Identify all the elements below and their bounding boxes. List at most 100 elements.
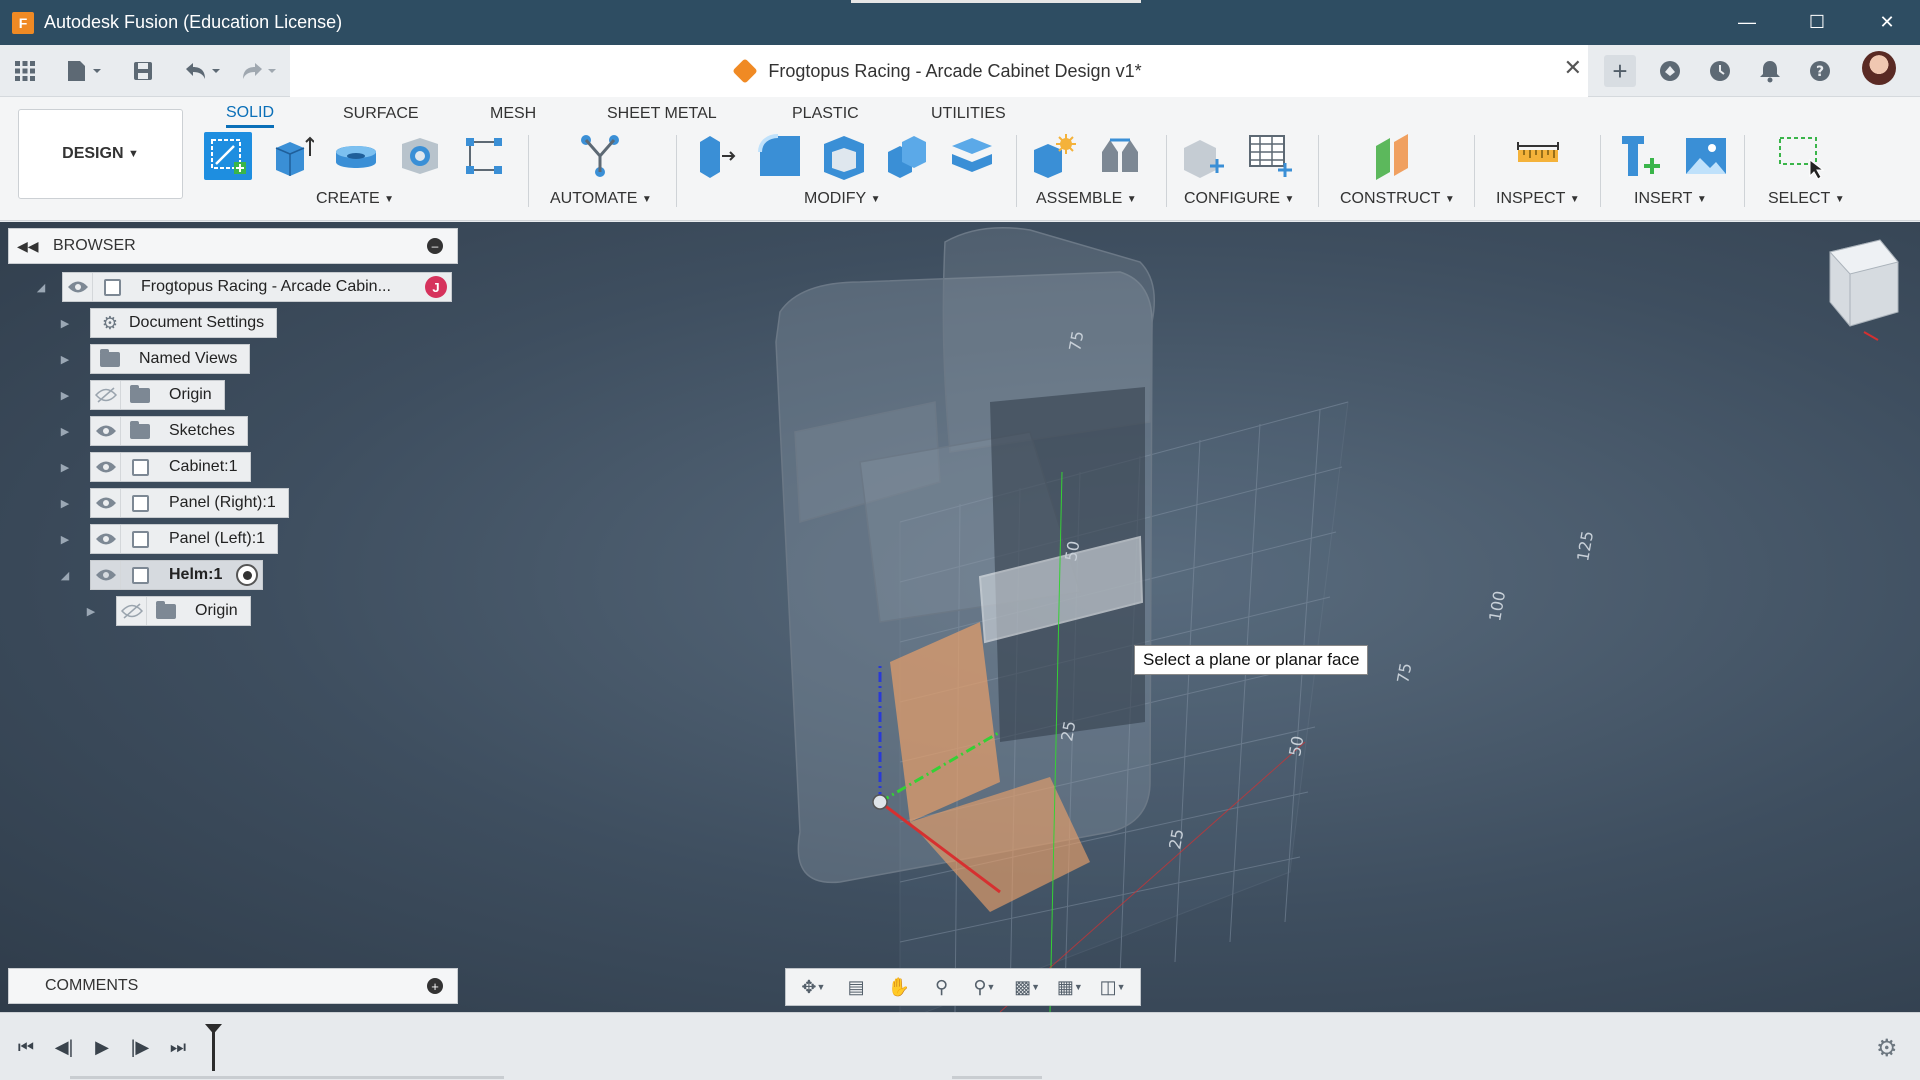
visibility-eye-icon[interactable]: [63, 273, 93, 301]
hidden-eye-icon[interactable]: [117, 597, 147, 625]
tree-chip[interactable]: Sketches: [90, 416, 248, 446]
browser-item-panel-left[interactable]: ▶ Panel (Left):1: [58, 524, 279, 554]
modify-menu[interactable]: MODIFY ▼: [804, 189, 881, 209]
data-panel-grid-icon[interactable]: [10, 55, 40, 87]
notifications-bell-icon[interactable]: [1754, 55, 1786, 87]
close-window-button[interactable]: ✕: [1852, 0, 1920, 45]
job-status-clock-icon[interactable]: [1704, 55, 1736, 87]
construct-menu[interactable]: CONSTRUCT ▼: [1340, 189, 1455, 209]
tree-chip[interactable]: ⚙ Document Settings: [90, 308, 278, 338]
tab-sheet-metal[interactable]: SHEET METAL: [607, 100, 717, 128]
expanded-arrow-icon[interactable]: ◢: [58, 568, 72, 582]
comments-panel-header[interactable]: COMMENTS +: [8, 968, 458, 1004]
tree-chip-active[interactable]: Helm:1: [90, 560, 264, 590]
new-component-tool[interactable]: [1030, 132, 1078, 180]
press-pull-tool[interactable]: [692, 132, 740, 180]
save-icon[interactable]: [128, 55, 158, 87]
step-forward-icon[interactable]: |▶: [124, 1033, 156, 1061]
visibility-eye-icon[interactable]: [91, 561, 121, 589]
grid-settings-icon[interactable]: ▦ ▼: [1053, 973, 1087, 1001]
revolve-tool[interactable]: [332, 132, 380, 180]
tree-chip[interactable]: Origin: [116, 596, 251, 626]
browser-item-named-views[interactable]: ▶ Named Views: [58, 344, 251, 374]
expanded-arrow-icon[interactable]: ◢: [34, 280, 48, 294]
activate-radio-icon[interactable]: [236, 564, 259, 586]
visibility-eye-icon[interactable]: [91, 417, 121, 445]
inspect-menu[interactable]: INSPECT ▼: [1496, 189, 1580, 209]
view-cube[interactable]: [1829, 239, 1899, 341]
combine-tool[interactable]: [884, 132, 932, 180]
create-sketch-tool[interactable]: [204, 132, 252, 180]
tab-utilities[interactable]: UTILITIES: [931, 100, 1006, 128]
measure-tool[interactable]: [1514, 132, 1562, 180]
hidden-eye-icon[interactable]: [91, 381, 121, 409]
display-settings-icon[interactable]: ▩ ▼: [1010, 973, 1044, 1001]
window-select-tool[interactable]: [1776, 132, 1824, 180]
timeline-settings-gear-icon[interactable]: ⚙: [1876, 1034, 1898, 1063]
configure-menu[interactable]: CONFIGURE ▼: [1184, 189, 1294, 209]
browser-panel-header[interactable]: ◀◀ BROWSER –: [8, 228, 458, 264]
insert-menu[interactable]: INSERT ▼: [1634, 189, 1707, 209]
browser-item-helm[interactable]: ◢ Helm:1: [58, 560, 264, 590]
tab-surface[interactable]: SURFACE: [343, 100, 419, 128]
browser-root-node[interactable]: Frogtopus Racing - Arcade Cabin... J: [62, 272, 452, 302]
step-back-icon[interactable]: ◀|: [48, 1033, 80, 1061]
pattern-tool[interactable]: [460, 132, 508, 180]
extrude-tool[interactable]: [268, 132, 316, 180]
tree-chip[interactable]: Panel (Left):1: [90, 524, 279, 554]
file-menu-icon[interactable]: [62, 55, 106, 87]
user-avatar[interactable]: [1862, 51, 1896, 85]
play-icon[interactable]: ▶: [86, 1033, 118, 1061]
collapsed-arrow-icon[interactable]: ▶: [58, 424, 72, 438]
shell-tool[interactable]: [820, 132, 868, 180]
browser-item-helm-origin[interactable]: ▶ Origin: [84, 596, 251, 626]
visibility-eye-icon[interactable]: [91, 453, 121, 481]
tab-plastic[interactable]: PLASTIC: [792, 100, 859, 128]
configure-rules-tool[interactable]: [1246, 132, 1294, 180]
minimize-button[interactable]: —: [1712, 0, 1782, 45]
insert-mcmaster-tool[interactable]: [1616, 132, 1664, 180]
timeline-marker[interactable]: [212, 1027, 215, 1071]
collapse-panel-icon[interactable]: ◀◀: [17, 238, 39, 255]
browser-item-cabinet[interactable]: ▶ Cabinet:1: [58, 452, 251, 482]
pan-hand-icon[interactable]: ✋: [882, 973, 916, 1001]
browser-item-origin[interactable]: ▶ Origin: [58, 380, 225, 410]
visibility-eye-icon[interactable]: [91, 489, 121, 517]
fillet-tool[interactable]: [756, 132, 804, 180]
go-to-end-icon[interactable]: ⏭: [162, 1033, 194, 1061]
new-tab-plus-icon[interactable]: +: [1604, 55, 1636, 87]
tree-chip[interactable]: Cabinet:1: [90, 452, 251, 482]
assemble-menu[interactable]: ASSEMBLE ▼: [1036, 189, 1137, 209]
insert-canvas-tool[interactable]: [1682, 132, 1730, 180]
hole-tool[interactable]: [396, 132, 444, 180]
collapsed-arrow-icon[interactable]: ▶: [58, 388, 72, 402]
redo-icon[interactable]: [236, 55, 280, 87]
zoom-icon[interactable]: ⚲: [925, 973, 959, 1001]
tree-chip[interactable]: Named Views: [90, 344, 251, 374]
collapsed-arrow-icon[interactable]: ▶: [58, 460, 72, 474]
automate-tool[interactable]: [576, 132, 624, 180]
orbit-icon[interactable]: ✥ ▼: [796, 973, 830, 1001]
browser-item-panel-right[interactable]: ▶ Panel (Right):1: [58, 488, 289, 518]
browser-item-sketches[interactable]: ▶ Sketches: [58, 416, 248, 446]
3d-viewport[interactable]: 75 50 25 125 100 75 50 25: [0, 222, 1920, 1012]
browser-root-row[interactable]: ◢ Frogtopus Racing - Arcade Cabin... J: [30, 272, 452, 302]
minimize-panel-icon[interactable]: –: [427, 238, 443, 254]
close-tab-icon[interactable]: ✕: [1564, 55, 1582, 81]
go-to-start-icon[interactable]: ⏮: [10, 1033, 42, 1061]
collapsed-arrow-icon[interactable]: ▶: [58, 316, 72, 330]
collapsed-arrow-icon[interactable]: ▶: [84, 604, 98, 618]
fit-zoom-icon[interactable]: ⚲ ▼: [967, 973, 1001, 1001]
document-tab[interactable]: Frogtopus Racing - Arcade Cabinet Design…: [290, 45, 1588, 97]
configure-table-tool[interactable]: [1180, 132, 1228, 180]
extensions-icon[interactable]: [1654, 55, 1686, 87]
tree-chip[interactable]: Panel (Right):1: [90, 488, 289, 518]
tab-mesh[interactable]: MESH: [490, 100, 536, 128]
collapsed-arrow-icon[interactable]: ▶: [58, 532, 72, 546]
maximize-button[interactable]: ☐: [1782, 0, 1852, 45]
visibility-eye-icon[interactable]: [91, 525, 121, 553]
tab-solid[interactable]: SOLID: [226, 100, 275, 128]
offset-plane-tool[interactable]: [1372, 132, 1420, 180]
tree-chip[interactable]: Origin: [90, 380, 225, 410]
workspace-switcher-button[interactable]: DESIGN ▼: [18, 109, 183, 199]
